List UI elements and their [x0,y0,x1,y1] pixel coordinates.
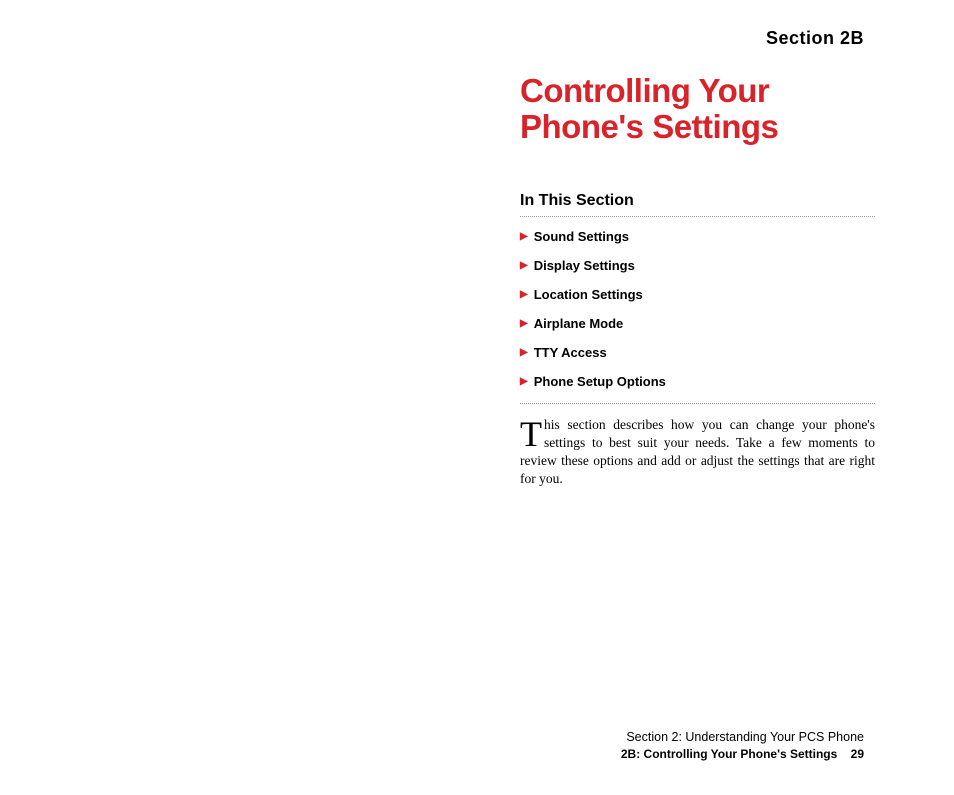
section-label: Section 2B [0,28,864,49]
triangle-icon: ▶ [520,318,528,329]
page-footer: Section 2: Understanding Your PCS Phone … [621,730,864,761]
page-title: Controlling Your Phone's Settings [520,73,875,146]
triangle-icon: ▶ [520,289,528,300]
subsection-heading: In This Section [520,192,875,210]
footer-section-path: Section 2: Understanding Your PCS Phone [621,730,864,744]
triangle-icon: ▶ [520,231,528,242]
list-item: ▶ Display Settings [520,258,875,273]
dotted-divider [520,403,875,404]
list-item: ▶ Location Settings [520,287,875,302]
section-list: ▶ Sound Settings ▶ Display Settings ▶ Lo… [520,229,875,389]
list-item-label: Display Settings [534,258,635,273]
list-item-label: Location Settings [534,287,643,302]
list-item-label: Sound Settings [534,229,629,244]
list-item-label: TTY Access [534,345,607,360]
content-area: Controlling Your Phone's Settings In Thi… [520,73,875,488]
dotted-divider [520,216,875,217]
triangle-icon: ▶ [520,347,528,358]
page-number: 29 [851,747,864,761]
body-paragraph: This section describes how you can chang… [520,416,875,489]
list-item-label: Airplane Mode [534,316,624,331]
triangle-icon: ▶ [520,260,528,271]
body-text-content: his section describes how you can change… [520,417,875,487]
list-item: ▶ TTY Access [520,345,875,360]
list-item: ▶ Sound Settings [520,229,875,244]
dropcap-letter: T [520,416,544,450]
list-item-label: Phone Setup Options [534,374,666,389]
list-item: ▶ Airplane Mode [520,316,875,331]
triangle-icon: ▶ [520,376,528,387]
footer-subsection-label: 2B: Controlling Your Phone's Settings [621,747,837,761]
page-container: Section 2B Controlling Your Phone's Sett… [0,0,954,795]
footer-subsection: 2B: Controlling Your Phone's Settings 29 [621,747,864,761]
list-item: ▶ Phone Setup Options [520,374,875,389]
